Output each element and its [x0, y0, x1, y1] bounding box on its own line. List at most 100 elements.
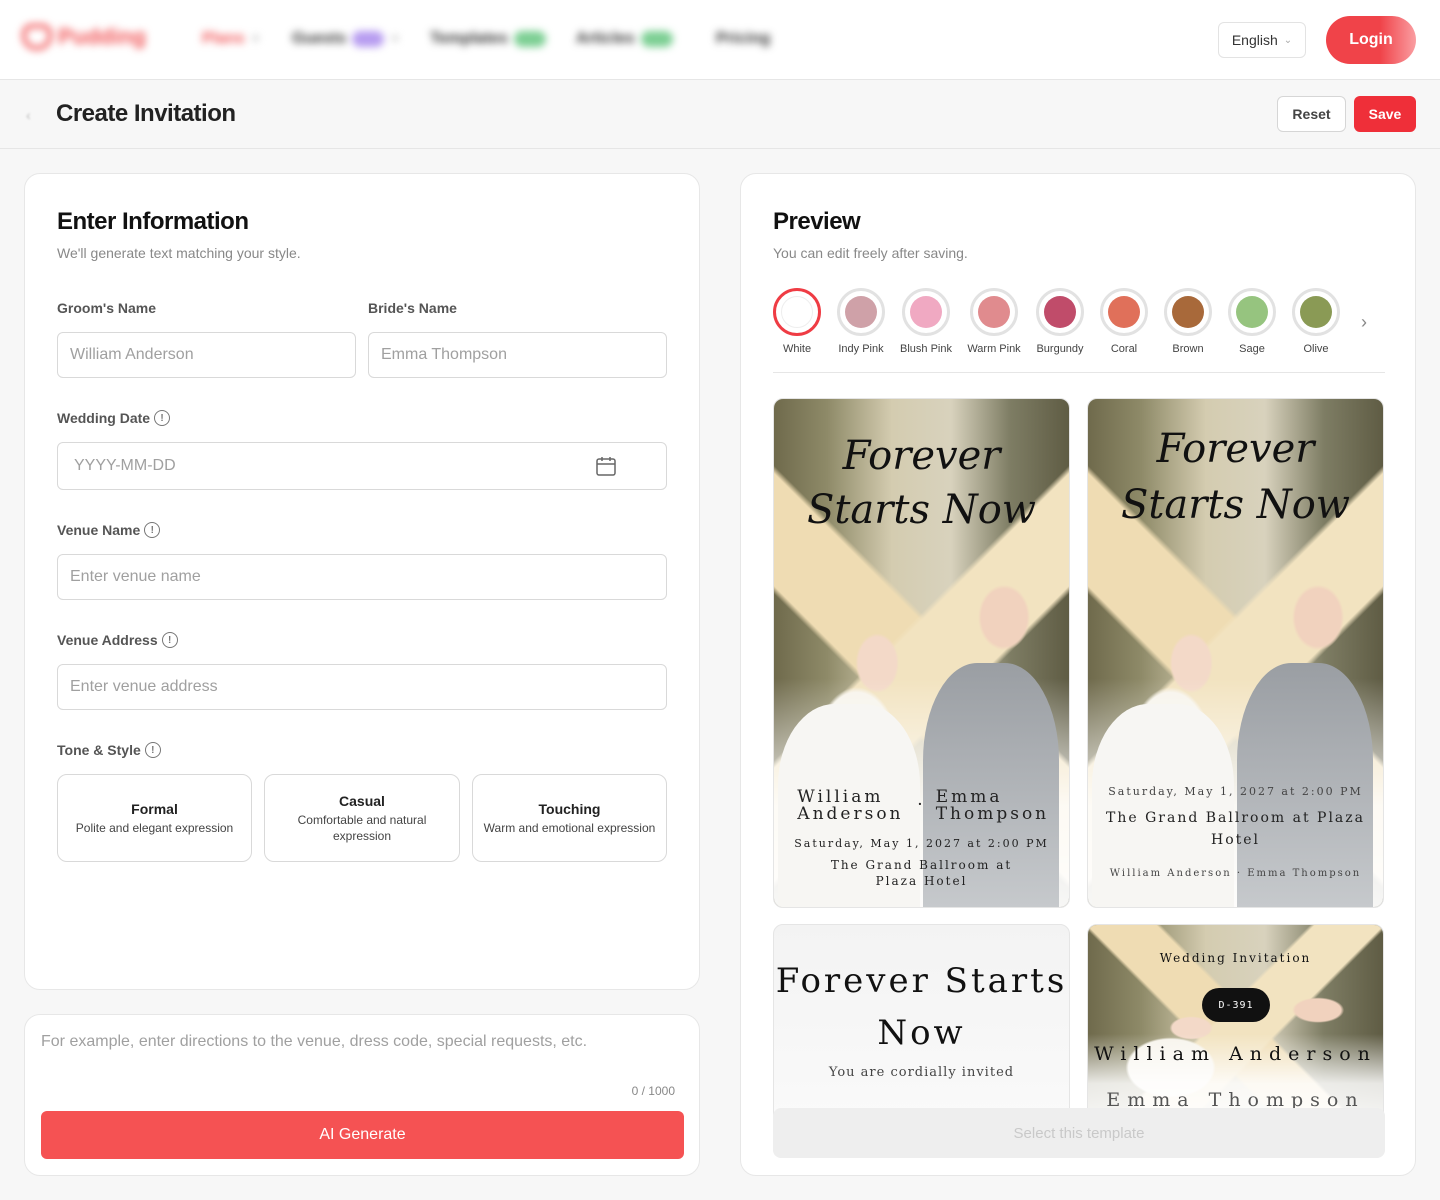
form-subtitle: We'll generate text matching your style.	[57, 245, 301, 261]
color-swatch-sage[interactable]: Sage	[1227, 288, 1277, 355]
bride-name: Emma Thompson	[935, 787, 1050, 824]
swatch-label: Olive	[1303, 343, 1329, 355]
nav-label: Guests	[292, 30, 347, 47]
nav-item-templates[interactable]: Templates	[430, 30, 546, 48]
color-swatch-indy-pink[interactable]: Indy Pink	[836, 288, 886, 355]
groom-name: William Anderson	[797, 787, 904, 824]
template-datetime: Saturday, May 1, 2027 at 2:00 PM	[1108, 785, 1363, 798]
swatch-label: Brown	[1172, 343, 1204, 355]
divider	[773, 372, 1385, 373]
tone-description: Polite and elegant expression	[75, 820, 234, 835]
chevron-right-icon[interactable]: ›	[1361, 312, 1367, 333]
ai-generate-button[interactable]: AI Generate	[41, 1111, 684, 1159]
swatch-ring	[1100, 288, 1148, 336]
top-navigation: Pudding Plans ▼ Guests ▼ Templates Artic…	[0, 0, 1440, 80]
tone-title: Touching	[538, 800, 601, 817]
info-icon[interactable]: !	[161, 632, 178, 648]
tone-option-casual[interactable]: Casual Comfortable and natural expressio…	[264, 774, 460, 862]
swatch-ring	[1164, 288, 1212, 336]
logo-icon	[22, 24, 52, 50]
label-text: Tone & Style	[57, 742, 141, 758]
wedding-date-input[interactable]	[57, 442, 667, 490]
swatch-color	[978, 296, 1010, 328]
venue-name-input[interactable]	[57, 554, 667, 600]
swatch-label: Coral	[1110, 343, 1138, 355]
bride-name-input[interactable]	[368, 332, 667, 378]
template-venue: The Grand Ballroom at Plaza Hotel	[830, 858, 1013, 888]
tone-style-label: Tone & Style !	[57, 742, 161, 758]
language-select[interactable]: English ⌄	[1218, 22, 1306, 58]
info-icon[interactable]: !	[144, 742, 161, 758]
login-button[interactable]: Login	[1326, 16, 1416, 64]
select-template-button[interactable]: Select this template	[773, 1108, 1385, 1158]
swatch-ring	[773, 288, 821, 336]
save-button[interactable]: Save	[1354, 96, 1416, 132]
form-title: Enter Information	[57, 208, 249, 235]
information-form-card: Enter Information We'll generate text ma…	[24, 173, 700, 990]
label-text: Bride's Name	[368, 300, 457, 316]
swatch-label: Warm Pink	[967, 343, 1021, 355]
swatch-color	[1236, 296, 1268, 328]
venue-name-label: Venue Name !	[57, 522, 161, 538]
chevron-down-icon: ▼	[390, 33, 401, 45]
additional-notes-textarea[interactable]	[41, 1033, 681, 1093]
nav-label: Pricing	[716, 30, 771, 47]
swatch-color	[1300, 296, 1332, 328]
swatch-color	[1108, 296, 1140, 328]
swatch-ring	[902, 288, 950, 336]
nav-label: Articles	[576, 30, 635, 47]
nav-item-plans[interactable]: Plans ▼	[202, 30, 261, 48]
swatch-color	[910, 296, 942, 328]
template-datetime: Saturday, May 1, 2027 at 2:00 PM	[794, 837, 1049, 850]
nav-badge	[352, 31, 385, 47]
tone-title: Formal	[131, 800, 178, 817]
swatch-color	[845, 296, 877, 328]
swatch-ring	[837, 288, 885, 336]
tone-option-touching[interactable]: Touching Warm and emotional expression	[472, 774, 667, 862]
calendar-icon[interactable]	[595, 456, 617, 476]
template-invite-line: You are cordially invited	[828, 1065, 1015, 1080]
tone-description: Comfortable and natural expression	[297, 812, 427, 843]
chevron-down-icon: ⌄	[1283, 34, 1293, 46]
template-kicker: Wedding Invitation	[1159, 951, 1312, 965]
nav-item-guests[interactable]: Guests ▼	[292, 30, 400, 48]
swatch-color	[1044, 296, 1076, 328]
template-headline: Forever Starts Now	[1120, 426, 1351, 528]
color-swatch-white[interactable]: White	[772, 288, 822, 355]
language-value: English	[1231, 32, 1278, 48]
wedding-date-label: Wedding Date !	[57, 410, 171, 426]
template-headline: Forever Starts Now	[806, 433, 1037, 533]
color-swatch-burgundy[interactable]: Burgundy	[1035, 288, 1085, 355]
color-swatch-blush-pink[interactable]: Blush Pink	[900, 288, 952, 355]
template-card-4[interactable]: Wedding Invitation D-391 William Anderso…	[1087, 924, 1384, 1124]
groom-name-input[interactable]	[57, 332, 356, 378]
info-icon[interactable]: !	[154, 410, 171, 426]
swatch-label: Burgundy	[1036, 343, 1084, 355]
color-swatch-coral[interactable]: Coral	[1099, 288, 1149, 355]
nav-badge	[513, 31, 546, 47]
label-text: Venue Address	[57, 632, 158, 648]
tone-option-formal[interactable]: Formal Polite and elegant expression	[57, 774, 252, 862]
color-swatch-warm-pink[interactable]: Warm Pink	[967, 288, 1021, 355]
reset-button[interactable]: Reset	[1277, 96, 1346, 132]
color-swatch-brown[interactable]: Brown	[1163, 288, 1213, 355]
template-names: William Anderson · Emma Thompson	[774, 789, 1069, 823]
preview-title: Preview	[773, 208, 861, 235]
template-card-1[interactable]: Forever Starts Now William Anderson · Em…	[773, 398, 1070, 908]
nav-item-pricing[interactable]: Pricing	[716, 30, 770, 48]
preview-card: Preview You can edit freely after saving…	[740, 173, 1416, 1176]
label-text: Wedding Date	[57, 410, 151, 426]
swatch-label: Indy Pink	[838, 343, 884, 355]
template-card-3[interactable]: Forever Starts Now You are cordially inv…	[773, 924, 1070, 1124]
template-card-2[interactable]: Forever Starts Now Saturday, May 1, 2027…	[1087, 398, 1384, 908]
back-arrow-icon[interactable]: ‹	[26, 107, 40, 123]
swatch-label: Blush Pink	[900, 343, 952, 355]
brand-logo[interactable]: Pudding	[22, 24, 146, 50]
page-header: ‹ Create Invitation Reset Save	[0, 81, 1440, 149]
color-swatch-olive[interactable]: Olive	[1291, 288, 1341, 355]
nav-label: Templates	[430, 30, 508, 47]
bride-name-label: Bride's Name	[368, 300, 457, 316]
venue-address-input[interactable]	[57, 664, 667, 710]
info-icon[interactable]: !	[144, 522, 161, 538]
nav-item-articles[interactable]: Articles	[576, 30, 673, 48]
